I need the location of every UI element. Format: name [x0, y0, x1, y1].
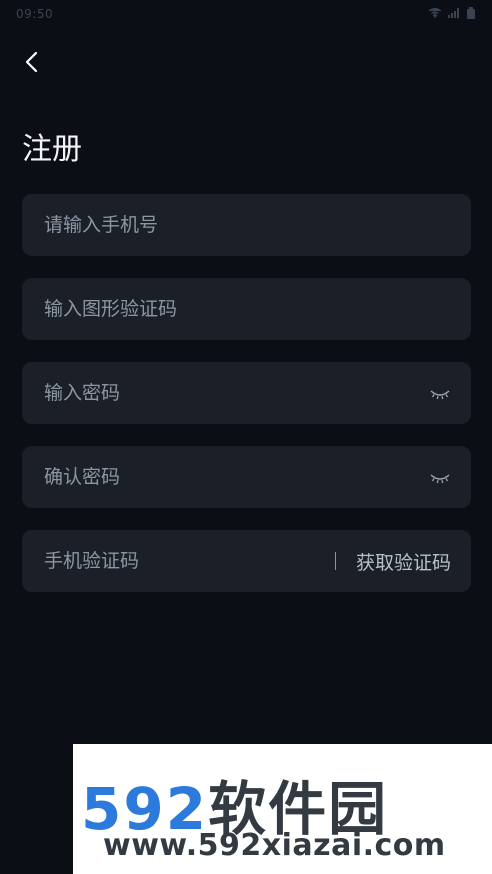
- back-button[interactable]: [18, 50, 46, 78]
- watermark-banner: 592软件园 www.592xiazai.com: [73, 744, 492, 874]
- eye-closed-icon[interactable]: [429, 386, 451, 400]
- confirm-password-input[interactable]: [42, 465, 421, 489]
- phone-field[interactable]: [22, 194, 471, 256]
- status-bar: 09:50: [0, 0, 492, 28]
- chevron-left-icon: [24, 51, 40, 77]
- confirm-password-field[interactable]: [22, 446, 471, 508]
- sms-code-field[interactable]: 获取验证码: [22, 530, 471, 592]
- status-icons: [428, 6, 476, 22]
- status-time: 09:50: [16, 7, 54, 21]
- field-divider: [334, 552, 336, 570]
- wifi-icon: [428, 7, 442, 21]
- page-title: 注册: [22, 132, 82, 167]
- signal-icon: [448, 7, 460, 21]
- battery-icon: [466, 6, 476, 22]
- sms-code-input[interactable]: [42, 549, 315, 573]
- eye-closed-icon[interactable]: [429, 470, 451, 484]
- get-code-button[interactable]: 获取验证码: [356, 548, 451, 575]
- password-field[interactable]: [22, 362, 471, 424]
- phone-input[interactable]: [42, 213, 451, 237]
- captcha-input[interactable]: [42, 297, 451, 321]
- captcha-field[interactable]: [22, 278, 471, 340]
- password-input[interactable]: [42, 381, 421, 405]
- watermark-url: www.592xiazai.com: [103, 828, 446, 863]
